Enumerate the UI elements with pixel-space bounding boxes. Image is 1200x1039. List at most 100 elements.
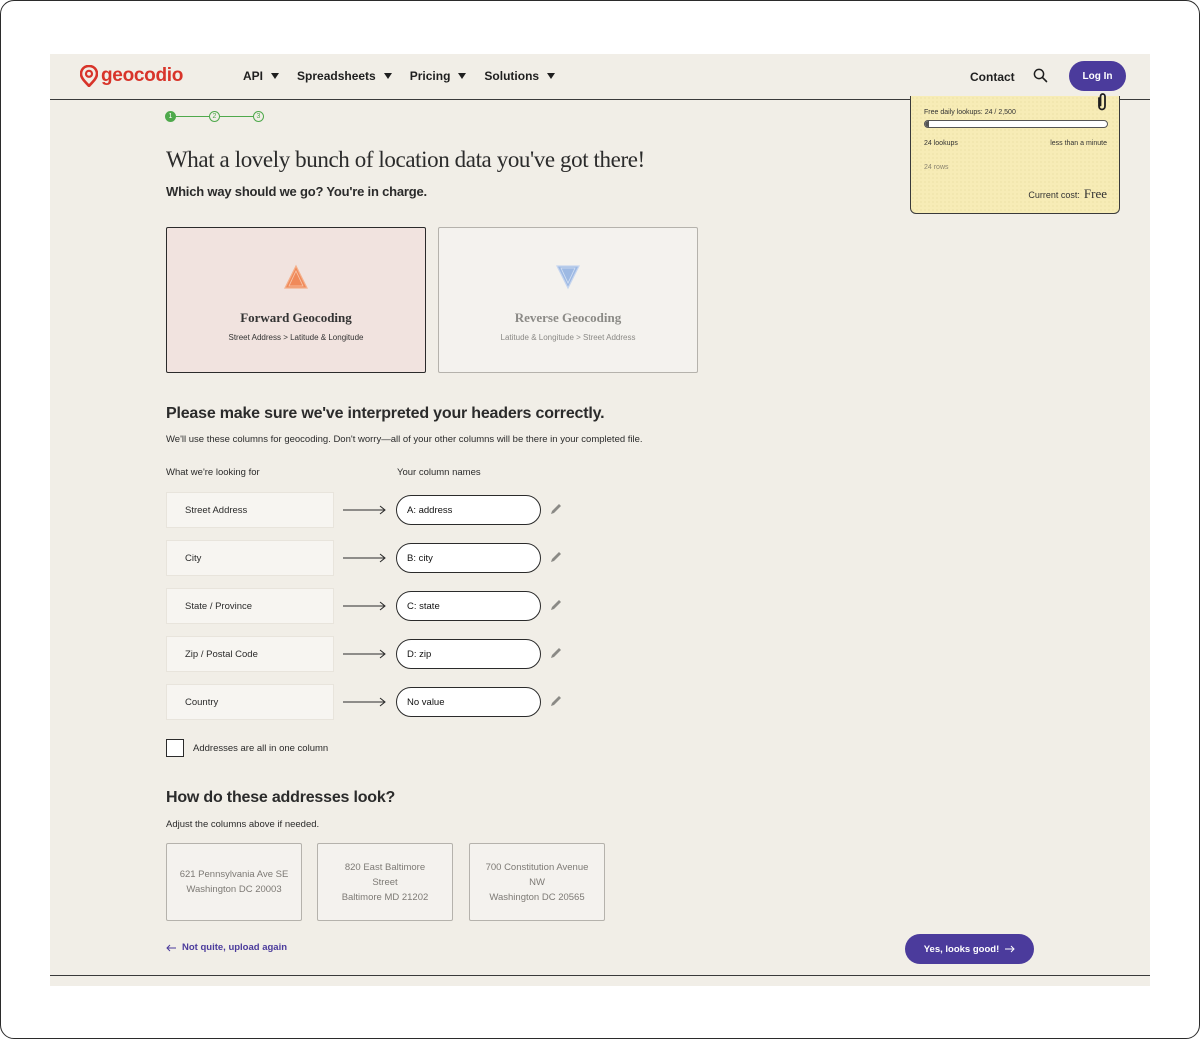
- single-column-option: Addresses are all in one column: [166, 739, 328, 757]
- usage-time-estimate: less than a minute: [1050, 140, 1107, 147]
- upload-again-label: Not quite, upload again: [182, 942, 288, 953]
- menu-item-spreadsheets[interactable]: Spreadsheets: [297, 69, 392, 83]
- usage-cost-value: Free: [1083, 186, 1107, 201]
- column-heading-fields: What we're looking for: [166, 467, 260, 478]
- address-line: 700 Constitution Avenue: [485, 861, 589, 873]
- arrow-right-icon: [343, 601, 386, 611]
- mapping-row-street: Street Address A: address: [166, 492, 586, 528]
- page-subtitle: Which way should we go? You're in charge…: [166, 184, 427, 199]
- step-connector: [176, 116, 209, 117]
- paperclip-icon: [1098, 93, 1106, 111]
- column-select[interactable]: No value: [396, 687, 541, 717]
- card-title: Reverse Geocoding: [514, 310, 622, 325]
- address-line: 621 Pennsylvania Ave SE: [179, 869, 289, 880]
- usage-lookups: 24 lookups: [924, 140, 958, 147]
- menu-item-label: Solutions: [484, 69, 540, 83]
- footer-divider: [50, 975, 1150, 976]
- arrow-left-icon: [166, 944, 176, 951]
- triangle-up-icon: [284, 264, 308, 289]
- mapping-row-country: Country No value: [166, 684, 586, 720]
- arrow-right-icon: [343, 649, 386, 659]
- address-line: Street: [372, 876, 398, 888]
- main-menu: API Spreadsheets Pricing Solutions: [243, 69, 573, 83]
- mapping-row-city: City B: city: [166, 540, 586, 576]
- column-heading-names: Your column names: [397, 467, 481, 478]
- address-line: NW: [529, 876, 545, 888]
- triangle-down-icon: [556, 265, 580, 290]
- arrow-right-icon: [343, 505, 386, 515]
- usage-progress-fill: [925, 121, 929, 127]
- address-line: 820 East Baltimore: [344, 861, 426, 873]
- menu-item-label: Pricing: [409, 69, 451, 83]
- card-description: Latitude & Longitude > Street Address: [500, 333, 636, 342]
- caret-down-icon: [271, 73, 280, 79]
- field-label: State / Province: [166, 588, 334, 624]
- pencil-icon[interactable]: [549, 646, 563, 660]
- step-2: 2: [209, 111, 220, 122]
- contact-link[interactable]: Contact: [970, 70, 1015, 84]
- menu-item-label: API: [243, 69, 264, 83]
- field-label: Zip / Postal Code: [166, 636, 334, 672]
- step-indicator: 1 2 3: [165, 111, 264, 122]
- column-select[interactable]: D: zip: [396, 639, 541, 669]
- arrow-right-icon: [1005, 945, 1015, 953]
- column-select[interactable]: B: city: [396, 543, 541, 573]
- mapping-row-zip: Zip / Postal Code D: zip: [166, 636, 586, 672]
- map-pin-logo-icon: [80, 65, 98, 87]
- address-sample: 820 East Baltimore Street Baltimore MD 2…: [317, 843, 453, 921]
- preview-section-description: Adjust the columns above if needed.: [166, 819, 320, 830]
- step-1: 1: [165, 111, 176, 122]
- field-label: Country: [166, 684, 334, 720]
- page-title: What a lovely bunch of location data you…: [166, 147, 645, 172]
- pencil-icon[interactable]: [549, 550, 563, 564]
- confirm-label: Yes, looks good!: [923, 943, 1000, 955]
- card-title: Forward Geocoding: [240, 310, 352, 325]
- caret-down-icon: [458, 73, 467, 79]
- single-column-checkbox[interactable]: [166, 739, 184, 757]
- logo-text: geocodio: [101, 65, 184, 86]
- usage-title: Free daily lookups: 24 / 2,500: [924, 109, 1016, 116]
- usage-card: Free daily lookups: 24 / 2,500 24 lookup…: [910, 93, 1120, 214]
- card-description: Street Address > Latitude & Longitude: [228, 333, 364, 342]
- address-sample: 621 Pennsylvania Ave SE Washington DC 20…: [166, 843, 302, 921]
- search-icon[interactable]: [1033, 68, 1048, 88]
- headers-section-description: We'll use these columns for geocoding. D…: [166, 434, 643, 445]
- menu-item-solutions[interactable]: Solutions: [484, 69, 556, 83]
- forward-geocoding-card[interactable]: Forward Geocoding Street Address > Latit…: [166, 227, 426, 373]
- menu-item-label: Spreadsheets: [297, 69, 376, 83]
- login-button[interactable]: Log In: [1069, 61, 1126, 91]
- pencil-icon[interactable]: [549, 598, 563, 612]
- arrow-right-icon: [343, 697, 386, 707]
- mapping-row-state: State / Province C: state: [166, 588, 586, 624]
- page: geocodio API Spreadsheets Pricing Soluti…: [50, 54, 1150, 986]
- usage-cost-label: Current cost:: [1028, 190, 1080, 200]
- top-nav: geocodio API Spreadsheets Pricing Soluti…: [50, 54, 1150, 100]
- headers-section-title: Please make sure we've interpreted your …: [166, 405, 605, 422]
- column-select[interactable]: C: state: [396, 591, 541, 621]
- step-3: 3: [253, 111, 264, 122]
- caret-down-icon: [383, 73, 392, 79]
- field-label: Street Address: [166, 492, 334, 528]
- pencil-icon[interactable]: [549, 694, 563, 708]
- checkbox-label[interactable]: Addresses are all in one column: [193, 743, 328, 754]
- usage-progress-bar: [924, 120, 1108, 128]
- caret-down-icon: [547, 73, 556, 79]
- pencil-icon[interactable]: [549, 502, 563, 516]
- preview-section-title: How do these addresses look?: [166, 789, 396, 806]
- arrow-right-icon: [343, 553, 386, 563]
- reverse-geocoding-card[interactable]: Reverse Geocoding Latitude & Longitude >…: [438, 227, 698, 373]
- usage-cost: Current cost: Free: [1028, 186, 1107, 202]
- address-line: Washington DC 20003: [186, 884, 282, 895]
- address-line: Baltimore MD 21202: [341, 891, 429, 903]
- upload-again-link[interactable]: Not quite, upload again: [166, 942, 287, 953]
- field-label: City: [166, 540, 334, 576]
- menu-item-api[interactable]: API: [243, 69, 280, 83]
- column-select[interactable]: A: address: [396, 495, 541, 525]
- confirm-button[interactable]: Yes, looks good!: [905, 934, 1034, 964]
- step-connector: [220, 116, 253, 117]
- usage-rows: 24 rows: [924, 164, 949, 171]
- menu-item-pricing[interactable]: Pricing: [410, 69, 467, 83]
- address-sample: 700 Constitution Avenue NW Washington DC…: [469, 843, 605, 921]
- address-line: Washington DC 20565: [489, 891, 585, 903]
- geocodio-logo[interactable]: geocodio: [80, 65, 183, 87]
